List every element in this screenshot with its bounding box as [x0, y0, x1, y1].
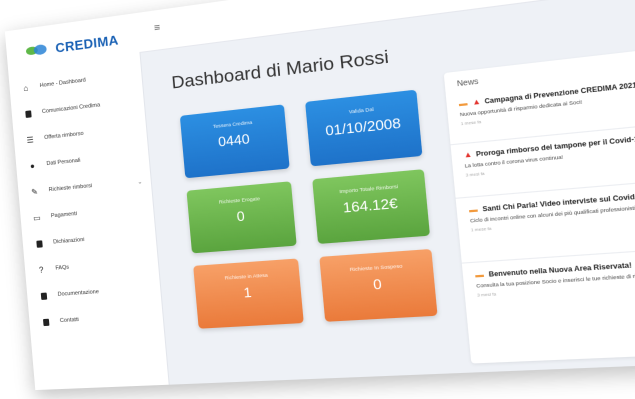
- card-tessera[interactable]: Tessera Credima 0440: [179, 104, 290, 179]
- home-icon: ⌂: [22, 83, 29, 93]
- divider: [461, 234, 635, 264]
- pen-icon: ✎: [30, 186, 39, 197]
- card-importo-totale[interactable]: Importo Totale Rimborsi 164.12€: [312, 169, 430, 244]
- question-icon: ?: [38, 265, 44, 275]
- sidebar-item-label: Contatti: [59, 316, 80, 325]
- news-title: News: [456, 78, 479, 89]
- sidebar-item-label: Dati Personali: [46, 157, 81, 168]
- folder-icon: [39, 291, 49, 301]
- card-icon: ▭: [32, 212, 41, 223]
- sidebar-item-label: Dichiarazioni: [52, 236, 85, 246]
- sidebar-item-label: Offerta rimborso: [44, 130, 84, 142]
- warning-icon: ▲: [463, 151, 473, 160]
- list-icon: ☰: [26, 134, 35, 145]
- sidebar-item-label: Home - Dashboard: [39, 77, 87, 90]
- logo-text: CREDIMA: [54, 31, 119, 56]
- screenshot-stage: CREDIMA ⌂ Home - Dashboard Comunicazioni…: [0, 0, 635, 399]
- dash-icon: [469, 209, 478, 213]
- sidebar-item-label: Pagamenti: [50, 210, 78, 220]
- sidebar-item-label: FAQs: [55, 264, 70, 272]
- card-richieste-erogate[interactable]: Richieste Erogate 0: [186, 181, 297, 254]
- page-title: Dashboard di Mario Rossi: [170, 46, 390, 93]
- card-value: 1: [242, 284, 253, 301]
- logo-icon: [25, 42, 48, 59]
- contact-icon: [41, 317, 51, 327]
- sidebar-item-label: Richieste rimborsi: [48, 183, 93, 194]
- app-window: CREDIMA ⌂ Home - Dashboard Comunicazioni…: [4, 0, 635, 391]
- news-item[interactable]: ▲ Proroga rimborso del tampone per il Co…: [463, 115, 635, 178]
- sidebar-item-label: Documentazione: [57, 289, 100, 298]
- news-panel: News tutte ▲ Campagna di Prevenzione CRE…: [443, 25, 635, 364]
- card-value: 164.12€: [342, 194, 399, 216]
- chevron-down-icon: ⌄: [137, 178, 143, 186]
- warning-icon: ▲: [471, 98, 482, 108]
- news-item[interactable]: ▲ Campagna di Prevenzione CREDIMA 2021 N…: [458, 59, 635, 126]
- hamburger-menu-icon[interactable]: ≡: [154, 22, 161, 34]
- sidebar-item-label: Comunicazioni Credima: [41, 102, 101, 116]
- book-icon: [23, 109, 33, 119]
- dash-icon: [458, 102, 468, 106]
- sidebar: CREDIMA ⌂ Home - Dashboard Comunicazioni…: [4, 12, 170, 391]
- card-valida-dal[interactable]: Valida Dal 01/10/2008: [305, 89, 423, 167]
- user-icon: ●: [29, 160, 36, 171]
- file-icon: [34, 239, 44, 249]
- top-header: ≡: [135, 0, 635, 54]
- card-richieste-sospeso[interactable]: Richieste In Sospeso 0: [319, 248, 438, 322]
- card-value: 0: [236, 207, 246, 225]
- dash-icon: [475, 274, 485, 278]
- card-richieste-attesa[interactable]: Richieste in Attesa 1: [193, 258, 304, 329]
- card-value: 0: [372, 275, 383, 293]
